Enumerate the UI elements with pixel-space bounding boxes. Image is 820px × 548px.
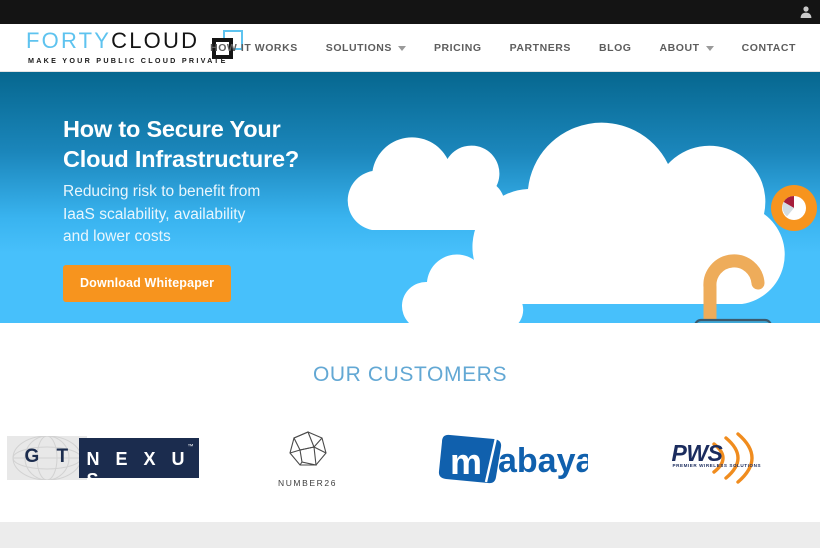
page-root: FORTYCLOUD MAKE YOUR PUBLIC CLOUD PRIVAT… (0, 0, 820, 548)
logo-text-number26: NUMBER26 (277, 478, 338, 488)
polyhedron-icon (288, 431, 327, 466)
customer-logo-gt-nexus[interactable]: G T N E X U S ™ (6, 436, 199, 490)
nav-item-partners[interactable]: PARTNERS (496, 24, 585, 72)
mabaya-logomark: m abaya (438, 434, 595, 484)
nav-item-contact[interactable]: CONTACT (728, 24, 810, 72)
footer-band (0, 522, 820, 548)
logo-text-nexus: N E X U S (86, 449, 191, 490)
logo-word-cloud: CLOUD (111, 28, 200, 53)
logo-text-gt: G T (24, 446, 75, 467)
customer-logo-pws[interactable]: PWS PREMIER WIRELESS SOLUTIONS (668, 432, 768, 484)
chevron-down-icon (705, 45, 714, 51)
customer-logo-cell: PWS PREMIER WIRELESS SOLUTIONS (615, 418, 820, 498)
nav-item-about[interactable]: ABOUT (646, 24, 728, 72)
customer-logo-cell: NUMBER26 (205, 418, 410, 498)
hero-title: How to Secure Your Cloud Infrastructure? (63, 114, 393, 174)
customer-logo-cell: G T N E X U S ™ (0, 418, 205, 498)
nav-label: CONTACT (741, 42, 796, 54)
hero-subtitle-line-3: and lower costs (63, 228, 171, 245)
hero-title-line-2: Cloud Infrastructure? (63, 146, 300, 172)
user-icon[interactable] (798, 4, 814, 20)
customers-title: OUR CUSTOMERS (312, 363, 508, 386)
customer-logo-cell: m abaya (410, 418, 615, 498)
chevron-down-icon (397, 45, 406, 51)
customer-logo-row: G T N E X U S ™ NUMBER26 m abaya PWS PRE… (0, 418, 820, 498)
site-header: FORTYCLOUD MAKE YOUR PUBLIC CLOUD PRIVAT… (0, 24, 820, 72)
logo-word-forty: FORTY (26, 28, 112, 53)
logo-text-mabaya: abaya (498, 442, 588, 480)
customer-logo-mabaya[interactable]: m abaya (438, 432, 595, 484)
logo-tagline-pws: PREMIER WIRELESS SOLUTIONS (672, 463, 762, 468)
cloud-shape-large (472, 122, 785, 304)
customer-logo-number26[interactable]: NUMBER26 (262, 428, 354, 488)
main-navigation: HOW IT WORKS SOLUTIONS PRICING PARTNERS … (196, 24, 810, 72)
nav-item-pricing[interactable]: PRICING (420, 24, 496, 72)
pie-chart-badge-button[interactable] (771, 185, 817, 231)
nav-label: SOLUTIONS (325, 42, 392, 54)
nav-label: PRICING (433, 42, 482, 54)
trademark-symbol: ™ (187, 444, 194, 450)
hero-copy: How to Secure Your Cloud Infrastructure?… (63, 114, 393, 302)
top-utility-bar (0, 0, 820, 24)
nav-label: ABOUT (659, 42, 700, 54)
nav-label: HOW IT WORKS (210, 42, 298, 54)
hero-banner: How to Secure Your Cloud Infrastructure?… (0, 72, 820, 323)
svg-text:m: m (450, 441, 482, 482)
nav-item-solutions[interactable]: SOLUTIONS (312, 24, 420, 72)
hero-title-line-1: How to Secure Your (63, 116, 281, 142)
nav-label: PARTNERS (509, 42, 571, 54)
hero-subtitle: Reducing risk to benefit from IaaS scala… (63, 181, 393, 249)
hero-subtitle-line-2: IaaS scalability, availability (63, 205, 246, 223)
hero-subtitle-line-1: Reducing risk to benefit from (63, 183, 261, 200)
nav-item-blog[interactable]: BLOG (585, 24, 646, 72)
download-whitepaper-button[interactable]: Download Whitepaper (63, 264, 232, 302)
customers-section: OUR CUSTOMERS G T N E X U S ™ NUMBER26 m… (0, 323, 820, 522)
nav-item-how-it-works[interactable]: HOW IT WORKS (196, 24, 312, 72)
nav-label: BLOG (598, 42, 632, 54)
pie-chart-icon (782, 196, 806, 220)
